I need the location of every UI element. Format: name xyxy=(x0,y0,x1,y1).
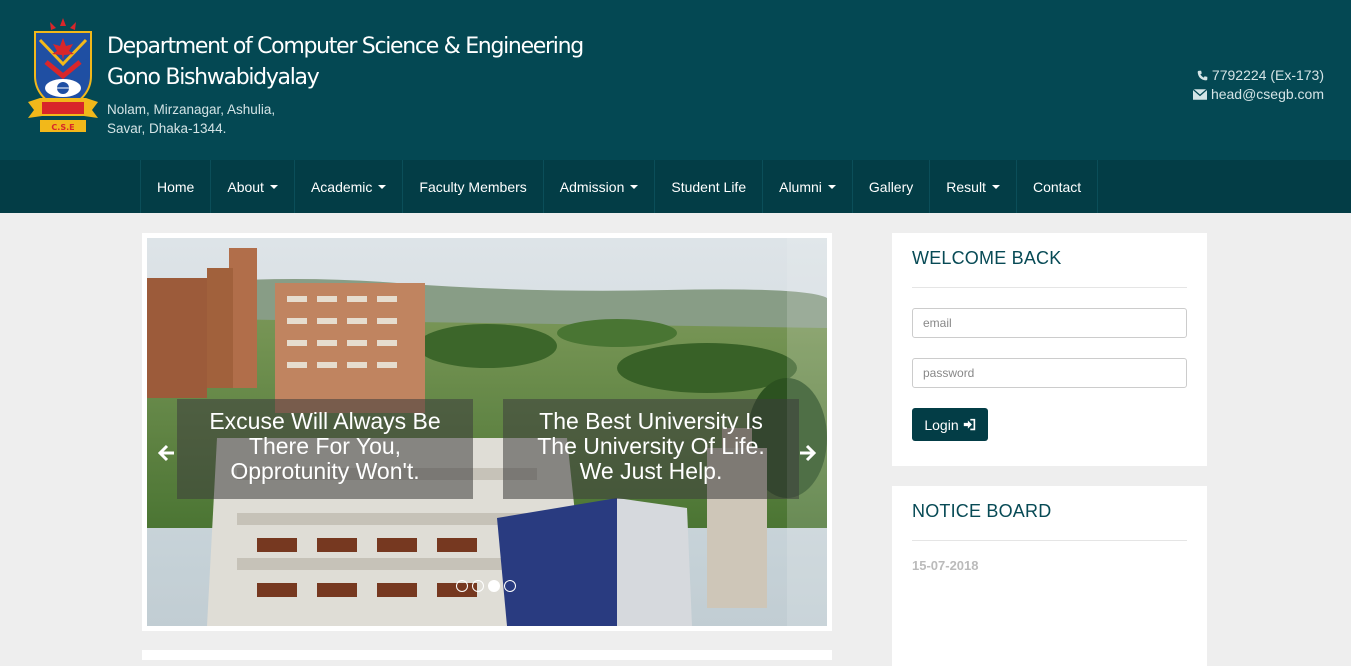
carousel-indicators xyxy=(456,580,516,592)
carousel-next-arrow-icon[interactable] xyxy=(797,441,821,465)
password-input[interactable] xyxy=(912,358,1187,388)
address: Nolam, Mirzanagar, Ashulia, Savar, Dhaka… xyxy=(107,100,275,138)
notice-board-title: NOTICE BOARD xyxy=(912,501,1052,521)
carousel-indicator-1[interactable] xyxy=(456,580,468,592)
divider xyxy=(912,287,1187,288)
site-title[interactable]: Department of Computer Science & Enginee… xyxy=(107,31,584,93)
nav-item-label: Student Life xyxy=(671,178,747,195)
caret-down-icon xyxy=(630,184,639,189)
caption-line: The Best University Is xyxy=(539,408,763,434)
nav-item-label: Admission xyxy=(559,178,625,195)
login-button[interactable]: Login xyxy=(912,408,988,441)
image-carousel: Excuse Will Always Be There For You, Opp… xyxy=(142,233,832,631)
envelope-icon xyxy=(1192,89,1207,100)
logo-text: C.S.E xyxy=(51,123,74,132)
site-header: C.S.E Department of Computer Science & E… xyxy=(0,0,1351,160)
nav-item-label: Home xyxy=(157,178,195,195)
notice-date[interactable]: 15-07-2018 xyxy=(912,558,979,573)
nav-item-label: Result xyxy=(946,178,986,195)
divider xyxy=(912,540,1187,541)
phone-icon xyxy=(1197,70,1208,81)
carousel-indicator-4[interactable] xyxy=(504,580,516,592)
nav-item-label: Alumni xyxy=(779,178,822,195)
nav-item-contact[interactable]: Contact xyxy=(1017,160,1099,213)
nav-item-about[interactable]: About xyxy=(211,160,295,213)
main-navbar: Home About Academic Faculty Members Admi… xyxy=(0,160,1351,213)
site-title-line2: Gono Bishwabidyalay xyxy=(107,65,320,90)
caption-line: There For You, xyxy=(248,433,402,459)
address-line1: Nolam, Mirzanagar, Ashulia, xyxy=(107,102,276,117)
email-row: head@csegb.com xyxy=(1192,85,1324,104)
caret-down-icon xyxy=(269,184,278,189)
nav-item-alumni[interactable]: Alumni xyxy=(763,160,853,213)
caption-line: Excuse Will Always Be xyxy=(209,408,441,434)
site-title-line1: Department of Computer Science & Enginee… xyxy=(107,34,584,59)
nav-item-label: Faculty Members xyxy=(419,178,527,195)
login-button-label: Login xyxy=(924,416,959,433)
email-input[interactable] xyxy=(912,308,1187,338)
notice-board-panel: NOTICE BOARD 15-07-2018 xyxy=(892,486,1207,666)
nav-item-label: About xyxy=(227,178,264,195)
nav-item-label: Contact xyxy=(1032,178,1082,195)
caret-down-icon xyxy=(827,184,836,189)
university-logo[interactable]: C.S.E xyxy=(26,18,100,136)
nav-menu: Home About Academic Faculty Members Admi… xyxy=(140,160,1099,213)
caret-down-icon xyxy=(378,184,387,189)
nav-item-gallery[interactable]: Gallery xyxy=(853,160,931,213)
nav-item-result[interactable]: Result xyxy=(930,160,1017,213)
carousel-caption-1: Excuse Will Always Be There For You, Opp… xyxy=(177,399,473,499)
nav-item-home[interactable]: Home xyxy=(141,160,212,213)
caption-line: We Just Help. xyxy=(579,458,723,484)
phone-number: 7792224 (Ex-173) xyxy=(1211,67,1324,83)
email-address[interactable]: head@csegb.com xyxy=(1211,85,1324,104)
caption-line: Opprotunity Won't. xyxy=(230,458,420,484)
nav-item-student-life[interactable]: Student Life xyxy=(655,160,764,213)
login-panel: WELCOME BACK Login xyxy=(892,233,1207,466)
login-panel-title: WELCOME BACK xyxy=(912,248,1062,268)
carousel-indicator-2[interactable] xyxy=(472,580,484,592)
address-line2: Savar, Dhaka-1344. xyxy=(107,121,227,136)
sign-in-icon xyxy=(963,418,975,431)
content-card-below xyxy=(142,650,832,660)
carousel-slide: Excuse Will Always Be There For You, Opp… xyxy=(147,238,827,626)
contact-info: 7792224 (Ex-173) head@csegb.com xyxy=(1192,66,1324,104)
nav-item-academic[interactable]: Academic xyxy=(295,160,404,213)
phone-row: 7792224 (Ex-173) xyxy=(1193,66,1324,85)
nav-item-admission[interactable]: Admission xyxy=(544,160,656,213)
caret-down-icon xyxy=(991,184,1000,189)
nav-item-faculty-members[interactable]: Faculty Members xyxy=(403,160,544,213)
nav-item-label: Gallery xyxy=(868,178,914,195)
carousel-indicator-3[interactable] xyxy=(488,580,500,592)
caption-line: The University Of Life. xyxy=(537,433,765,459)
carousel-prev-arrow-icon[interactable] xyxy=(153,441,177,465)
carousel-caption-2: The Best University Is The University Of… xyxy=(503,399,799,499)
nav-item-label: Academic xyxy=(310,178,373,195)
